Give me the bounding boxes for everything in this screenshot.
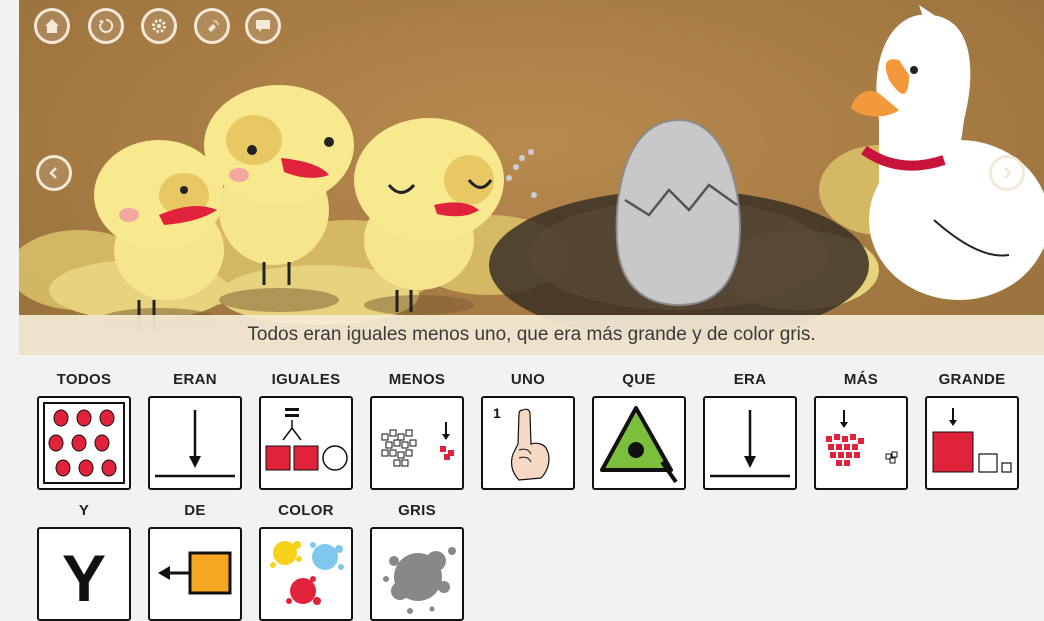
triangle-eye-icon (600, 406, 678, 484)
pictogram-label: QUE (622, 371, 656, 388)
flashlight-icon (208, 19, 219, 32)
down-arrow-line-icon (155, 410, 235, 478)
pictogram-que[interactable]: QUE (592, 370, 686, 490)
pictogram-de[interactable]: DE (148, 501, 242, 621)
pictogram-card[interactable] (370, 527, 464, 621)
pictogram-color[interactable]: COLOR (259, 501, 353, 621)
more-squares-icon (826, 410, 898, 466)
chevron-right-icon (1004, 167, 1012, 179)
arrow-from-box-icon (158, 551, 232, 595)
restart-icon (99, 18, 114, 33)
minus-squares-icon (381, 422, 454, 467)
home-icon (45, 19, 59, 33)
pictogram-gris[interactable]: GRIS (370, 501, 464, 621)
previous-page-button[interactable] (36, 155, 72, 191)
pictogram-label: ERA (733, 371, 767, 388)
pictogram-era[interactable]: ERA (703, 370, 797, 490)
pictogram-label: MENOS (388, 371, 446, 388)
caption-text: Todos eran iguales menos uno, que era má… (247, 324, 816, 345)
pictogram-uno[interactable]: UNO 1 (481, 370, 575, 490)
pictogram-card[interactable] (703, 396, 797, 490)
pictogram-iguales[interactable]: IGUALES (259, 370, 353, 490)
pictogram-card[interactable] (37, 396, 131, 490)
scene-artwork (19, 5, 1044, 340)
gear-icon (152, 19, 166, 33)
one-finger-icon: 1 (493, 405, 550, 481)
settings-button[interactable] (141, 8, 177, 44)
next-page-button[interactable] (989, 155, 1025, 191)
pictogram-label: COLOR (278, 502, 334, 519)
pictogram-card[interactable] (925, 396, 1019, 490)
letter-y-icon: Y (62, 541, 106, 615)
pictogram-label: GRANDE (938, 371, 1006, 388)
pictogram-eran[interactable]: ERAN (148, 370, 242, 490)
all-dots-icon (43, 402, 125, 484)
gray-splash-icon (383, 547, 456, 614)
pictogram-label: ERAN (173, 371, 217, 388)
pictogram-label: UNO (510, 371, 546, 388)
pictogram-todos[interactable]: TODOS (37, 370, 131, 490)
pictogram-card[interactable] (148, 396, 242, 490)
pictogram-label: DE (184, 502, 206, 519)
home-button[interactable] (34, 8, 70, 44)
pictogram-label: Y (78, 502, 90, 519)
pictogram-card[interactable] (148, 527, 242, 621)
flashlight-button[interactable] (194, 8, 230, 44)
pictogram-grande[interactable]: GRANDE (925, 370, 1019, 490)
caption-bar: Todos eran iguales menos uno, que era má… (19, 315, 1044, 355)
pictogram-label: TODOS (56, 371, 112, 388)
pictogram-mas[interactable]: MÁS (814, 370, 908, 490)
down-arrow-line-icon (710, 410, 790, 478)
equal-squares-icon (265, 408, 348, 471)
svg-text:1: 1 (493, 405, 501, 421)
chat-icon (256, 20, 270, 32)
pictogram-y[interactable]: Y Y (37, 501, 131, 621)
pictogram-card[interactable] (259, 527, 353, 621)
story-illustration (19, 0, 1044, 355)
pictogram-card[interactable]: Y (37, 527, 131, 621)
chevron-left-icon (49, 167, 57, 179)
svg-text:Y: Y (62, 541, 106, 615)
pictogram-card[interactable] (814, 396, 908, 490)
pictogram-card[interactable] (259, 396, 353, 490)
big-square-icon (932, 408, 1012, 473)
paint-splash-icon (270, 541, 344, 605)
pictogram-card[interactable] (370, 396, 464, 490)
pictogram-menos[interactable]: MENOS (370, 370, 464, 490)
pictogram-card[interactable] (592, 396, 686, 490)
pictogram-card[interactable]: 1 (481, 396, 575, 490)
restart-button[interactable] (88, 8, 124, 44)
comment-button[interactable] (245, 8, 281, 44)
pictogram-label: GRIS (398, 502, 436, 519)
pictogram-label: IGUALES (271, 371, 341, 388)
pictogram-label: MÁS (843, 371, 879, 388)
